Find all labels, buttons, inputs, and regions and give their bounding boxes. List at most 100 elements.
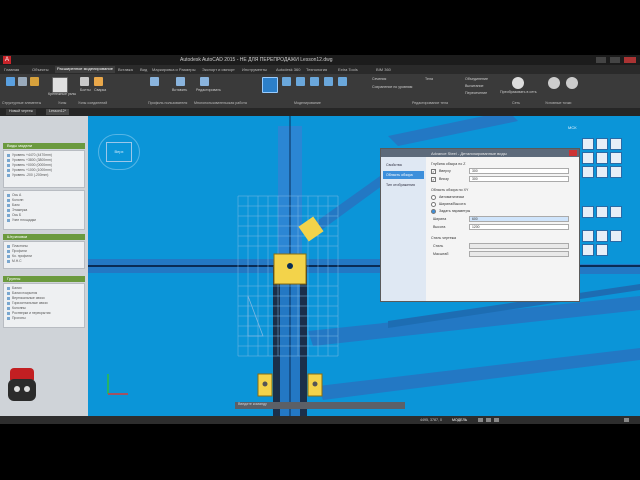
tab-bim360[interactable]: BIM 360 <box>376 67 391 72</box>
tool-icon[interactable] <box>582 244 594 256</box>
doc-tab-lesson[interactable]: Lesson12* <box>46 109 69 115</box>
section-hatches[interactable]: Штриховки <box>3 234 85 240</box>
top-depth-field[interactable]: 300 <box>469 168 569 174</box>
logo-face <box>8 379 36 401</box>
subtract-label[interactable]: Вычитание <box>465 84 483 88</box>
side-item-display-type[interactable]: Тип отображения <box>383 181 424 189</box>
list-item[interactable]: Уровень -200 (-200mm) <box>4 173 84 178</box>
height-field[interactable]: 1200 <box>469 224 569 230</box>
list-item[interactable]: Узел площадки <box>4 218 84 223</box>
doc-tab-new[interactable]: Новый чертеж <box>6 109 36 115</box>
list-item[interactable]: М.Н.С <box>4 259 84 264</box>
top-checkbox[interactable]: ✓ <box>431 169 436 174</box>
command-line[interactable]: Введите команду <box>235 402 405 409</box>
tab-extra[interactable]: Extra Tools <box>338 67 358 72</box>
structural-element-icon[interactable] <box>6 77 15 86</box>
compass-ring[interactable] <box>98 134 140 170</box>
dialog-sidebar: Свойства Область обзора Тип отображения <box>381 157 426 301</box>
points-icon[interactable] <box>548 77 560 89</box>
panel-points: Условные точки <box>545 101 572 105</box>
tab-tech[interactable]: Технология <box>306 67 327 72</box>
ortho-toggle-icon[interactable] <box>494 418 499 422</box>
bottom-checkbox[interactable]: ✓ <box>431 177 436 182</box>
loft-icon[interactable] <box>324 77 333 86</box>
tab-extended-modeling[interactable]: Расширенное моделирование <box>55 66 115 73</box>
scale-select[interactable] <box>469 251 569 257</box>
tool-icon[interactable] <box>610 166 622 178</box>
panel-profile: Профиль пользователя <box>148 101 188 105</box>
minimize-button[interactable] <box>596 57 606 63</box>
width-field[interactable]: 600 <box>469 216 569 222</box>
close-button[interactable] <box>624 57 636 63</box>
weld-icon[interactable] <box>94 77 103 86</box>
tab-view[interactable]: Вид <box>140 67 147 72</box>
tab-export[interactable]: Экспорт и импорт <box>202 67 235 72</box>
edit-icon[interactable] <box>200 77 209 86</box>
bolts-icon[interactable] <box>80 77 89 86</box>
settings-icon[interactable] <box>624 418 629 422</box>
bottom-depth-field[interactable]: 300 <box>469 176 569 182</box>
snap-toggle-icon[interactable] <box>486 418 491 422</box>
dialog-title-bar[interactable]: Advance Steel - Детализированные виды <box>381 149 579 157</box>
maximize-button[interactable] <box>610 57 620 63</box>
tool-icon[interactable] <box>582 206 594 218</box>
tool-icon[interactable] <box>610 206 622 218</box>
dialog-close-icon[interactable] <box>569 150 577 156</box>
tab-insert[interactable]: Вставка <box>118 67 133 72</box>
tool-icon[interactable] <box>596 138 608 150</box>
tool-icon[interactable] <box>596 206 608 218</box>
tool-icon[interactable] <box>582 166 594 178</box>
bolts-label: Болты <box>80 88 91 92</box>
side-item-properties[interactable]: Свойства <box>383 161 424 169</box>
tool-icon[interactable] <box>596 166 608 178</box>
panel-connections: Узлы соединений <box>78 101 108 105</box>
section-groups[interactable]: Группы <box>3 276 85 282</box>
panel-nodes: Узлы <box>58 101 67 105</box>
mesh-icon[interactable] <box>512 77 524 89</box>
tool-icon[interactable] <box>596 244 608 256</box>
merge-label[interactable]: Объединение <box>465 77 488 81</box>
beam-icon[interactable] <box>30 77 39 86</box>
profile-icon[interactable] <box>150 77 159 86</box>
list-item[interactable]: Прогоны <box>4 316 84 321</box>
revolve-icon[interactable] <box>296 77 305 86</box>
section-model-views[interactable]: Виды модели <box>3 143 85 149</box>
grid-toggle-icon[interactable] <box>478 418 483 422</box>
extrude-icon[interactable] <box>282 77 291 86</box>
presspull-icon[interactable] <box>338 77 347 86</box>
intersect-label[interactable]: Пересечение <box>465 91 487 95</box>
tool-icon[interactable] <box>582 138 594 150</box>
bottom-checkbox-label: Внизу <box>439 177 449 181</box>
tab-tools[interactable]: Инструменты <box>242 67 267 72</box>
param-radio[interactable] <box>431 209 436 214</box>
connection-icon[interactable] <box>52 77 68 93</box>
tool-icon[interactable] <box>610 138 622 150</box>
save-levels-label[interactable]: Сохранение по уровням <box>372 85 412 89</box>
model-space-toggle[interactable]: МОДЕЛЬ <box>452 418 467 422</box>
tool-icon[interactable] <box>596 152 608 164</box>
tab-home[interactable]: Главная <box>4 67 19 72</box>
solids-label[interactable]: Тела <box>425 77 433 81</box>
tab-a360[interactable]: Autodesk 360 <box>276 67 300 72</box>
points2-icon[interactable] <box>566 77 578 89</box>
side-item-view-area[interactable]: Область обзора <box>383 171 424 179</box>
tool-icon[interactable] <box>596 230 608 242</box>
grid-icon[interactable] <box>18 77 27 86</box>
tab-markup[interactable]: Маркировка и Размеры <box>152 67 196 72</box>
tool-icon[interactable] <box>610 152 622 164</box>
command-input[interactable]: Введите команду <box>238 402 267 406</box>
tool-icon[interactable] <box>582 152 594 164</box>
tool-icon[interactable] <box>582 230 594 242</box>
box-icon[interactable] <box>262 77 278 93</box>
sweep-icon[interactable] <box>310 77 319 86</box>
tool-icon[interactable] <box>610 230 622 242</box>
tab-objects[interactable]: Объекты <box>32 67 49 72</box>
panel-solid-edit: Редактирование тела <box>412 101 448 105</box>
auto-radio[interactable] <box>431 195 436 200</box>
sections-label[interactable]: Сечения <box>372 77 386 81</box>
insert-icon[interactable] <box>176 77 185 86</box>
size-radio[interactable] <box>431 202 436 207</box>
style-select[interactable] <box>469 243 569 249</box>
app-logo[interactable]: A <box>3 56 11 64</box>
wcs-label[interactable]: МСК <box>568 125 577 130</box>
